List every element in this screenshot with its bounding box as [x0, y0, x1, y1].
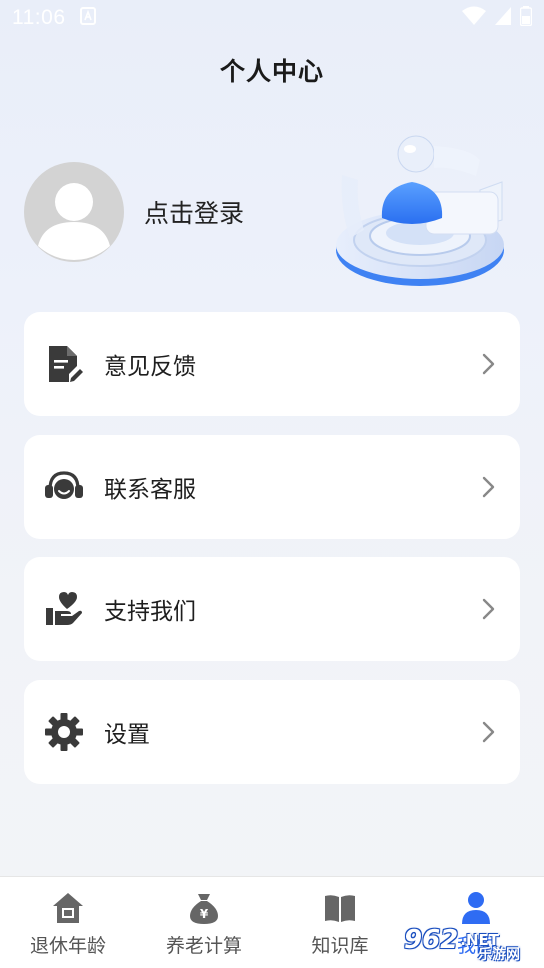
login-label[interactable]: 点击登录 — [144, 194, 244, 230]
profile-illustration — [330, 130, 510, 295]
menu-label-feedback: 意见反馈 — [104, 354, 196, 380]
tab-knowledge-base[interactable]: 知识库 — [272, 877, 408, 968]
chevron-right-icon — [476, 597, 500, 621]
book-icon — [323, 891, 357, 925]
menu-item-feedback[interactable]: 意见反馈 — [24, 312, 520, 416]
a-icon — [79, 6, 96, 30]
status-bar: 11:06 — [0, 0, 544, 36]
heart-hand-icon — [44, 589, 84, 629]
menu-label-customer-service: 联系客服 — [104, 477, 196, 503]
tab-label: 退休年龄 — [29, 935, 106, 957]
page-title: 个人中心 — [219, 57, 324, 86]
tab-label: 养老计算 — [165, 935, 242, 957]
menu-label-settings: 设置 — [104, 722, 150, 748]
profile-login[interactable]: 点击登录 — [24, 162, 244, 262]
chevron-right-icon — [476, 475, 500, 499]
feedback-document-icon — [44, 344, 84, 384]
svg-text:¥: ¥ — [200, 907, 209, 921]
wifi-icon — [462, 6, 486, 31]
money-bag-icon: ¥ — [187, 891, 221, 925]
status-time: 11:06 — [12, 6, 66, 29]
house-icon — [51, 891, 85, 925]
headset-icon — [44, 467, 84, 507]
menu-item-customer-service[interactable]: 联系客服 — [24, 435, 520, 539]
chevron-right-icon — [476, 352, 500, 376]
tab-pension-calc[interactable]: ¥ 养老计算 — [136, 877, 272, 968]
watermark-main: 962 — [404, 925, 459, 955]
tab-retirement-age[interactable]: 退休年龄 — [0, 877, 136, 968]
avatar-placeholder-icon[interactable] — [24, 162, 124, 262]
menu-item-support-us[interactable]: 支持我们 — [24, 557, 520, 661]
tab-label: 知识库 — [311, 935, 369, 957]
menu-item-settings[interactable]: 设置 — [24, 680, 520, 784]
signal-icon — [494, 6, 512, 31]
gear-icon — [44, 712, 84, 752]
watermark-caption: 乐游网 — [478, 947, 520, 963]
chevron-right-icon — [476, 720, 500, 744]
battery-icon — [519, 5, 533, 31]
menu-label-support-us: 支持我们 — [104, 599, 196, 625]
